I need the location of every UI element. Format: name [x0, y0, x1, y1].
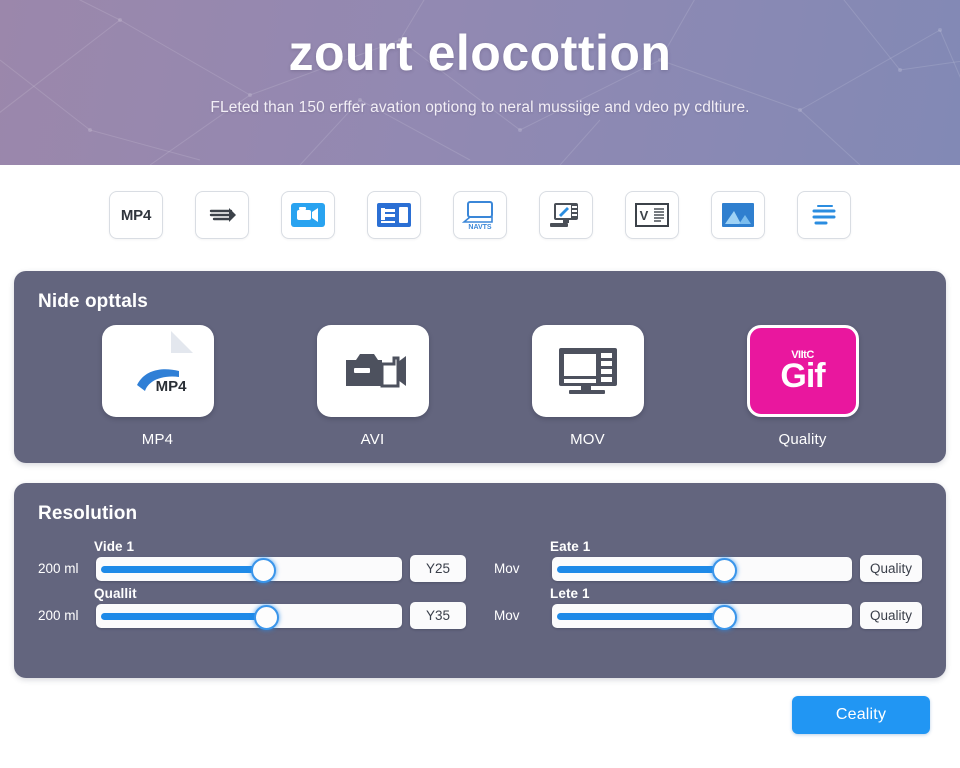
format-card-label: MOV — [570, 431, 605, 448]
avi-window-icon: NAVTS — [462, 201, 493, 230]
slider-fill — [101, 565, 262, 573]
slider-row-2: Eate 1 Mov Quality — [494, 539, 922, 583]
slider-row-1: Vide 1 200 ml Y25 — [38, 539, 466, 583]
slider-row-3: Quallit 200 ml Y35 — [38, 586, 466, 630]
mp4-text-icon: MP4 — [120, 206, 152, 224]
settings-panel: Resolution Vide 1 200 ml Y25 Eate 1 Mov — [14, 483, 946, 678]
video-camera-icon — [291, 203, 325, 227]
slider-value[interactable]: Y35 — [410, 602, 466, 629]
formats-panel: Nide opttals MP4 MP4 AVI MOV VIItC Gif Q… — [14, 271, 946, 463]
slider-track[interactable] — [552, 556, 852, 583]
presentation-icon — [377, 203, 411, 227]
slider-left-label: Mov — [494, 561, 520, 576]
slider-fill — [557, 612, 723, 620]
format-tile-selected: VIItC Gif — [746, 325, 859, 417]
chip-audio[interactable] — [195, 191, 249, 239]
slider-track[interactable] — [96, 603, 402, 630]
page-title: zourt elocottion — [288, 25, 672, 81]
slider-caption: Vide 1 — [94, 539, 135, 554]
format-card-label: MP4 — [141, 431, 174, 448]
format-card-avi[interactable]: AVI — [298, 325, 448, 448]
image-photo-icon — [722, 203, 754, 227]
chip-document-book[interactable]: V — [625, 191, 679, 239]
footer-actions: Ceality — [0, 678, 960, 734]
slider-left-label: 200 ml — [38, 608, 79, 623]
slider-value[interactable]: Y25 — [410, 555, 466, 582]
format-tile — [316, 325, 429, 417]
slider-left-label: 200 ml — [38, 561, 79, 576]
chip-image-photo[interactable] — [711, 191, 765, 239]
format-card-label: Quality — [778, 431, 827, 448]
slider-caption: Lete 1 — [550, 586, 590, 601]
text-lines-icon — [812, 205, 836, 225]
chip-mp4[interactable]: MP4 — [109, 191, 163, 239]
slider-left-label: Mov — [494, 608, 520, 623]
camcorder-icon — [345, 354, 406, 388]
slider-caption: Quallit — [94, 586, 137, 601]
formats-panel-title: Nide opttals — [38, 291, 148, 312]
chip-text-lines[interactable] — [797, 191, 851, 239]
format-card-label: AVI — [360, 431, 385, 448]
gif-big-label: Gif — [780, 356, 825, 395]
format-tile — [531, 325, 644, 417]
document-book-icon: V — [635, 203, 669, 227]
audio-waves-icon — [209, 208, 236, 222]
settings-panel-title: Resolution — [38, 503, 138, 524]
slider-fill — [101, 612, 265, 620]
slider-thumb[interactable] — [712, 605, 738, 630]
slider-fill — [557, 565, 723, 573]
slider-row-4: Lete 1 Mov Quality — [494, 586, 922, 630]
format-card-mov[interactable]: MOV — [513, 325, 663, 448]
slider-thumb[interactable] — [712, 558, 738, 583]
mp4-file-icon: MP4 — [122, 331, 193, 411]
slider-grid: Vide 1 200 ml Y25 Eate 1 Mov Quality Qua… — [14, 525, 946, 630]
svg-text:MP4: MP4 — [155, 378, 187, 395]
format-card-mp4[interactable]: MP4 MP4 — [83, 325, 233, 448]
format-card-gif[interactable]: VIItC Gif Quality — [728, 325, 878, 448]
chip-desktop-edit[interactable] — [539, 191, 593, 239]
format-card-row: MP4 MP4 AVI MOV VIItC Gif Quality — [14, 313, 946, 448]
svg-text:NAVTS: NAVTS — [468, 224, 492, 230]
page-subtitle: FLeted than 150 erffer avation optiong t… — [210, 99, 750, 116]
slider-caption: Eate 1 — [550, 539, 591, 554]
chip-video-camera[interactable] — [281, 191, 335, 239]
gif-icon: VIItC Gif — [780, 349, 825, 395]
chip-avi-window[interactable]: NAVTS — [453, 191, 507, 239]
hero-header: zourt elocottion FLeted than 150 erffer … — [0, 0, 960, 165]
format-chip-strip: MP4 NAVTS V — [0, 165, 960, 265]
convert-button[interactable]: Ceality — [792, 696, 930, 734]
svg-text:V: V — [640, 208, 649, 223]
slider-thumb[interactable] — [253, 605, 279, 630]
slider-track[interactable] — [96, 556, 402, 583]
format-tile: MP4 — [101, 325, 214, 417]
slider-value[interactable]: Quality — [859, 555, 922, 582]
chip-presentation[interactable] — [367, 191, 421, 239]
slider-value[interactable]: Quality — [859, 602, 922, 629]
slider-thumb[interactable] — [250, 558, 276, 583]
monitor-icon — [558, 348, 617, 394]
desktop-edit-icon — [550, 203, 578, 227]
slider-track[interactable] — [552, 603, 852, 630]
